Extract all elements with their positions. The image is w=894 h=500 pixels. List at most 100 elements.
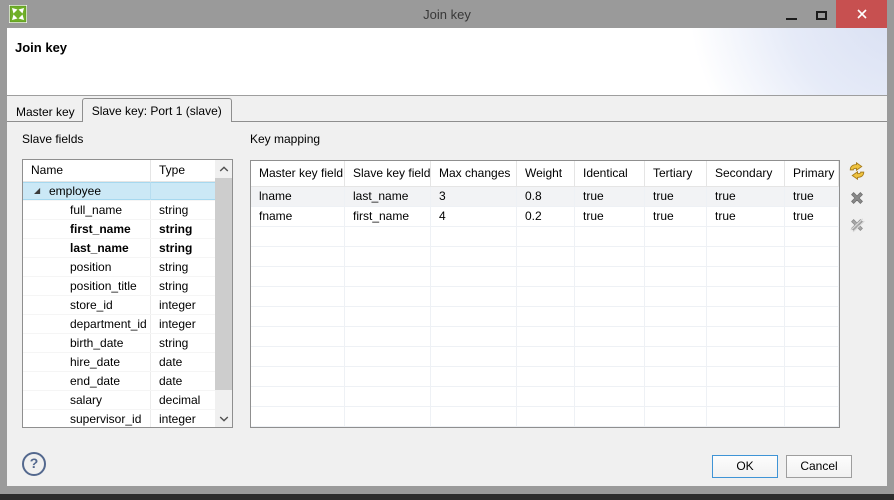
minimize-button[interactable] — [776, 0, 806, 28]
tree-row-supervisor_id[interactable]: supervisor_idinteger — [23, 410, 215, 428]
field-name-cell: supervisor_id — [23, 410, 151, 428]
mapping-cell: true — [645, 187, 707, 206]
window-controls — [776, 0, 887, 28]
mapping-row[interactable] — [251, 227, 839, 247]
mapping-cell — [431, 227, 517, 246]
mapping-row[interactable] — [251, 387, 839, 407]
mapping-cell — [785, 367, 839, 386]
column-header-identical[interactable]: Identical — [575, 161, 645, 186]
column-header-max-changes[interactable]: Max changes — [431, 161, 517, 186]
column-header-weight[interactable]: Weight — [517, 161, 575, 186]
tree-row-position_title[interactable]: position_titlestring — [23, 277, 215, 296]
mapping-row[interactable] — [251, 347, 839, 367]
field-name-cell: position — [23, 258, 151, 276]
mapping-cell — [785, 407, 839, 426]
column-header-type[interactable]: Type — [151, 160, 215, 181]
ok-button[interactable]: OK — [712, 455, 778, 478]
scrollbar-thumb[interactable] — [215, 178, 232, 390]
mapping-cell — [645, 287, 707, 306]
cancel-button[interactable]: Cancel — [786, 455, 852, 478]
tree-row-position[interactable]: position string — [23, 258, 215, 277]
mapping-row[interactable] — [251, 267, 839, 287]
field-name: end_date — [23, 374, 120, 388]
mapping-row[interactable] — [251, 307, 839, 327]
mapping-cell — [707, 307, 785, 326]
field-name: supervisor_id — [23, 412, 141, 426]
field-name-cell: last_name — [23, 239, 151, 257]
mapping-cell — [345, 327, 431, 346]
field-name: position — [23, 260, 111, 274]
tree-row-employee[interactable]: ◢employee — [23, 182, 215, 201]
mapping-row[interactable] — [251, 407, 839, 427]
auto-mapping-icon[interactable] — [848, 162, 866, 180]
mapping-cell: last_name — [345, 187, 431, 206]
column-header-primary[interactable]: Primary — [785, 161, 839, 186]
column-header-slave-key-field[interactable]: Slave key field — [345, 161, 431, 186]
field-name-cell: ◢employee — [23, 182, 151, 200]
mapping-row[interactable] — [251, 287, 839, 307]
scroll-up-button[interactable] — [215, 160, 232, 177]
mapping-cell — [575, 327, 645, 346]
mapping-cell — [251, 407, 345, 426]
column-header-secondary[interactable]: Secondary — [707, 161, 785, 186]
mapping-cell: first_name — [345, 207, 431, 226]
tree-row-department_id[interactable]: department_id integer — [23, 315, 215, 334]
help-button[interactable]: ? — [22, 452, 46, 476]
mapping-row[interactable] — [251, 247, 839, 267]
chevron-down-icon — [219, 416, 229, 422]
close-button[interactable] — [836, 0, 887, 28]
field-name-cell: birth_date — [23, 334, 151, 352]
tree-row-full_name[interactable]: full_namestring — [23, 201, 215, 220]
mapping-row[interactable]: lnamelast_name30.8truetruetruetrue — [251, 187, 839, 207]
tree-row-first_name[interactable]: first_namestring — [23, 220, 215, 239]
column-header-master-key-field[interactable]: Master key field — [251, 161, 345, 186]
tree-row-salary[interactable]: salarydecimal — [23, 391, 215, 410]
dialog-banner: Join key — [7, 28, 887, 96]
field-name: last_name — [23, 241, 129, 255]
tree-row-store_id[interactable]: store_idinteger — [23, 296, 215, 315]
mapping-cell — [645, 307, 707, 326]
mapping-row[interactable] — [251, 367, 839, 387]
tab-slave-key[interactable]: Slave key: Port 1 (slave) — [82, 98, 232, 122]
mapping-cell — [785, 327, 839, 346]
mapping-row[interactable] — [251, 327, 839, 347]
remove-mapping-icon[interactable] — [848, 189, 866, 207]
mapping-cell — [345, 367, 431, 386]
tree-row-birth_date[interactable]: birth_datestring — [23, 334, 215, 353]
field-name-cell: salary — [23, 391, 151, 409]
mapping-cell — [431, 247, 517, 266]
field-name-cell: end_date — [23, 372, 151, 390]
mapping-row[interactable]: fnamefirst_name40.2truetruetruetrue — [251, 207, 839, 227]
mapping-cell: true — [785, 187, 839, 206]
tree-row-end_date[interactable]: end_datedate — [23, 372, 215, 391]
field-type-cell: integer — [151, 296, 215, 314]
title-bar[interactable]: Join key — [0, 0, 894, 28]
column-header-name[interactable]: Name — [23, 160, 151, 181]
field-type-cell: string — [151, 258, 215, 276]
field-type-cell: date — [151, 353, 215, 371]
vertical-scrollbar[interactable] — [215, 160, 232, 427]
column-header-tertiary[interactable]: Tertiary — [645, 161, 707, 186]
mapping-cell — [431, 367, 517, 386]
field-name: department_id — [23, 317, 147, 331]
mapping-cell — [517, 327, 575, 346]
mapping-cell: fname — [251, 207, 345, 226]
mapping-cell — [517, 227, 575, 246]
mapping-cell — [251, 347, 345, 366]
tree-expander-icon[interactable]: ◢ — [34, 186, 40, 196]
field-type-cell: string — [151, 239, 215, 257]
mapping-cell — [645, 407, 707, 426]
remove-all-mappings-icon[interactable] — [848, 216, 866, 234]
tab-master-key[interactable]: Master key — [9, 102, 82, 122]
tree-row-hire_date[interactable]: hire_datedate — [23, 353, 215, 372]
mapping-cell — [575, 367, 645, 386]
field-type-cell: integer — [151, 315, 215, 333]
tree-row-last_name[interactable]: last_name string — [23, 239, 215, 258]
mapping-cell — [645, 387, 707, 406]
scroll-down-button[interactable] — [215, 410, 232, 427]
tab-strip: Master key Slave key: Port 1 (slave) — [7, 96, 887, 122]
mapping-cell: true — [575, 187, 645, 206]
maximize-button[interactable] — [806, 0, 836, 28]
mapping-cell — [575, 307, 645, 326]
mapping-cell — [785, 227, 839, 246]
